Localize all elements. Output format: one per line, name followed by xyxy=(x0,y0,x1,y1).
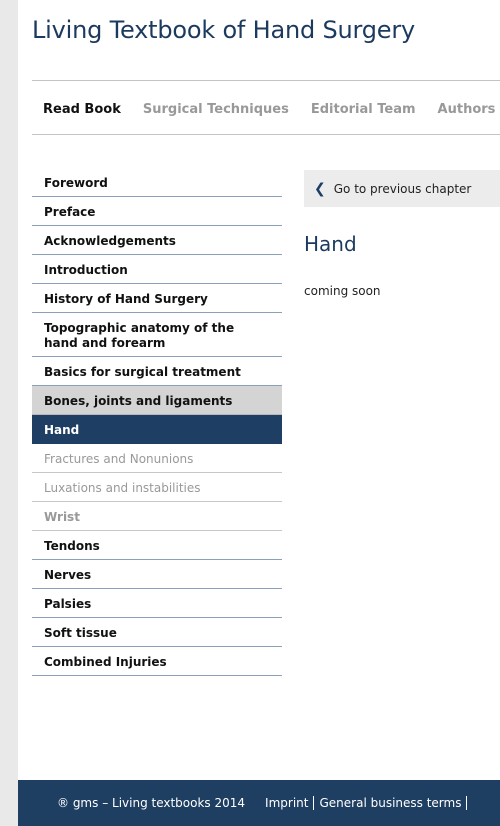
sidebar-item-luxations[interactable]: Luxations and instabilities xyxy=(32,473,282,502)
footer-copyright: ® gms – Living textbooks 2014 xyxy=(57,796,246,810)
sidebar-item-bones-joints[interactable]: Bones, joints and ligaments xyxy=(32,386,282,415)
site-title[interactable]: Living Textbook of Hand Surgery xyxy=(32,16,415,44)
chapter-sidebar: Foreword Preface Acknowledgements Introd… xyxy=(32,168,282,676)
nav-read-book[interactable]: Read Book xyxy=(43,102,121,117)
nav-divider xyxy=(32,134,500,135)
chapter-body-text: coming soon xyxy=(304,284,381,298)
chapter-heading: Hand xyxy=(304,232,357,256)
sidebar-item-tendons[interactable]: Tendons xyxy=(32,531,282,560)
top-divider xyxy=(32,80,500,81)
chevron-left-icon: ❮ xyxy=(314,180,326,197)
sidebar-item-basics[interactable]: Basics for surgical treatment xyxy=(32,357,282,386)
sidebar-item-preface[interactable]: Preface xyxy=(32,197,282,226)
footer-imprint-link[interactable]: Imprint xyxy=(265,796,315,810)
sidebar-item-combined-injuries[interactable]: Combined Injuries xyxy=(32,647,282,676)
nav-surgical-techniques[interactable]: Surgical Techniques xyxy=(143,102,289,117)
previous-chapter-label: Go to previous chapter xyxy=(333,181,472,196)
sidebar-item-wrist[interactable]: Wrist xyxy=(32,502,282,531)
sidebar-item-soft-tissue[interactable]: Soft tissue xyxy=(32,618,282,647)
sidebar-item-history[interactable]: History of Hand Surgery xyxy=(32,284,282,313)
sidebar-item-foreword[interactable]: Foreword xyxy=(32,168,282,197)
sidebar-item-fractures[interactable]: Fractures and Nonunions xyxy=(32,444,282,473)
sidebar-item-topographic-anatomy[interactable]: Topographic anatomy of the hand and fore… xyxy=(32,313,282,357)
sidebar-item-hand[interactable]: Hand xyxy=(32,415,282,444)
previous-chapter-button[interactable]: ❮ Go to previous chapter xyxy=(304,170,500,207)
site-footer: ® gms – Living textbooks 2014 Imprint Ge… xyxy=(18,780,500,826)
nav-editorial-team[interactable]: Editorial Team xyxy=(311,102,416,117)
sidebar-item-nerves[interactable]: Nerves xyxy=(32,560,282,589)
top-navigation: Read Book Surgical Techniques Editorial … xyxy=(43,102,500,117)
sidebar-item-acknowledgements[interactable]: Acknowledgements xyxy=(32,226,282,255)
footer-terms-link[interactable]: General business terms xyxy=(319,796,468,810)
sidebar-item-introduction[interactable]: Introduction xyxy=(32,255,282,284)
nav-authors[interactable]: Authors xyxy=(438,102,496,117)
sidebar-item-palsies[interactable]: Palsies xyxy=(32,589,282,618)
